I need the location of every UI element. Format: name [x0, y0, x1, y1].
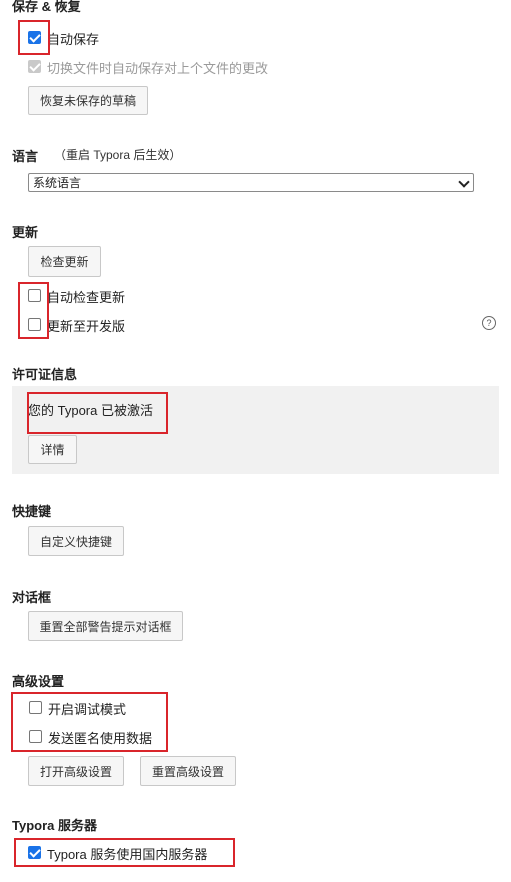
- language-select-value: 系统语言: [33, 176, 82, 190]
- anonymous-data-checkbox[interactable]: [29, 730, 42, 743]
- shortcuts-section-title: 快捷键: [12, 504, 52, 519]
- language-hint: （重启 Typora 后生效）: [54, 148, 182, 162]
- save-section-title: 保存 & 恢复: [12, 0, 81, 14]
- update-section-title: 更新: [12, 225, 39, 240]
- open-advanced-button[interactable]: 打开高级设置: [28, 756, 124, 786]
- dialogs-section-title: 对话框: [12, 590, 52, 605]
- domestic-server-checkbox[interactable]: [28, 846, 41, 859]
- reset-dialogs-button[interactable]: 重置全部警告提示对话框: [28, 611, 183, 641]
- auto-check-update-checkbox[interactable]: [28, 289, 41, 302]
- license-section-title: 许可证信息: [12, 367, 78, 382]
- dev-update-checkbox[interactable]: [28, 318, 41, 331]
- custom-shortcuts-button[interactable]: 自定义快捷键: [28, 526, 124, 556]
- debug-mode-checkbox[interactable]: [29, 701, 42, 714]
- anonymous-data-label: 发送匿名使用数据: [48, 731, 153, 746]
- chevron-down-icon: [458, 176, 470, 188]
- reset-advanced-button[interactable]: 重置高级设置: [140, 756, 236, 786]
- restore-drafts-button[interactable]: 恢复未保存的草稿: [28, 86, 148, 115]
- dev-update-label: 更新至开发版: [47, 319, 126, 334]
- license-status: 您的 Typora 已被激活: [28, 403, 153, 418]
- advanced-section-title: 高级设置: [12, 674, 65, 689]
- server-section-title: Typora 服务器: [12, 818, 97, 833]
- autosave-checkbox[interactable]: [28, 31, 41, 44]
- license-details-button[interactable]: 详情: [28, 435, 77, 464]
- question-circle-icon[interactable]: ?: [482, 316, 496, 330]
- language-select[interactable]: 系统语言: [28, 173, 474, 192]
- debug-mode-label: 开启调试模式: [48, 702, 127, 717]
- check-update-button[interactable]: 检查更新: [28, 246, 101, 277]
- autosave-switch-checkbox: [28, 60, 41, 73]
- autosave-label: 自动保存: [47, 32, 100, 47]
- language-section-title: 语言: [12, 149, 39, 164]
- autosave-switch-label: 切换文件时自动保存对上个文件的更改: [47, 61, 269, 76]
- auto-check-update-label: 自动检查更新: [47, 290, 126, 305]
- domestic-server-label: Typora 服务使用国内服务器: [47, 847, 208, 862]
